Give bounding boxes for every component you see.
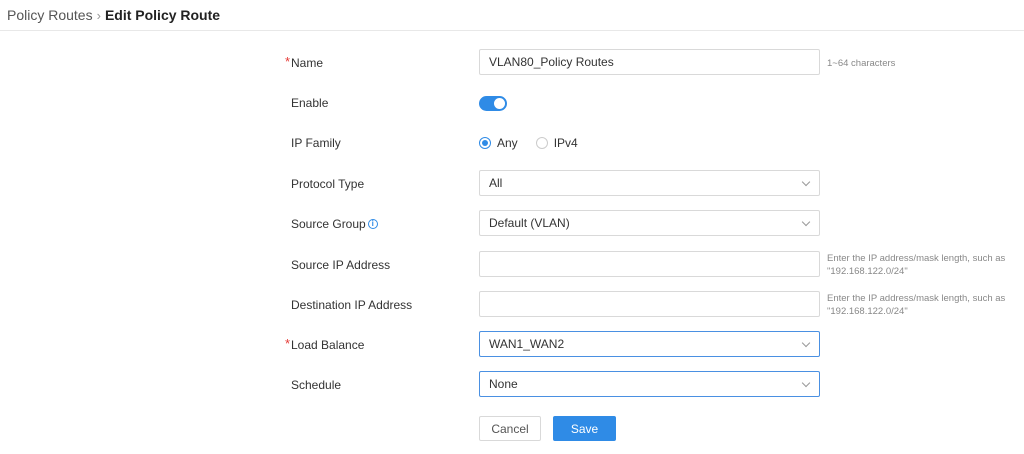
chevron-down-icon <box>801 177 811 187</box>
ip-family-row: IP Family Any IPv4 <box>0 129 1024 157</box>
info-icon[interactable]: i <box>367 219 378 229</box>
source-group-row: Source Group i Default (VLAN) <box>0 210 1024 238</box>
source-group-label-wrap: Source Group i <box>291 210 378 238</box>
page-title: Edit Policy Route <box>104 7 221 23</box>
radio-any[interactable]: Any <box>479 136 518 150</box>
breadcrumb-separator-icon: › <box>96 7 101 23</box>
destination-ip-label: Destination IP Address <box>291 298 413 312</box>
save-button[interactable]: Save <box>553 416 616 441</box>
radio-any-icon <box>479 137 491 149</box>
enable-toggle[interactable] <box>479 96 507 111</box>
name-hint: 1~64 characters <box>827 58 896 69</box>
radio-any-label: Any <box>497 136 518 150</box>
radio-ipv4[interactable]: IPv4 <box>535 136 578 150</box>
schedule-value: None <box>489 377 518 391</box>
source-group-value: Default (VLAN) <box>489 216 570 230</box>
destination-ip-row: Destination IP Address Enter the IP addr… <box>0 291 1024 319</box>
source-group-label: Source Group <box>291 217 366 231</box>
chevron-down-icon <box>801 338 811 348</box>
radio-ipv4-label: IPv4 <box>553 136 578 150</box>
protocol-type-value: All <box>489 176 503 190</box>
schedule-select[interactable]: None <box>479 371 820 397</box>
source-ip-hint: Enter the IP address/mask length, such a… <box>827 252 1005 278</box>
chevron-down-icon <box>801 217 811 227</box>
source-ip-row: Source IP Address Enter the IP address/m… <box>0 251 1024 279</box>
protocol-type-label: Protocol Type <box>291 177 365 191</box>
destination-ip-hint: Enter the IP address/mask length, such a… <box>827 292 1005 318</box>
breadcrumb: Policy Routes › Edit Policy Route <box>0 0 1024 31</box>
protocol-type-select[interactable]: All <box>479 170 820 196</box>
source-ip-hint-line2: "192.168.122.0/24" <box>827 266 908 277</box>
radio-ipv4-icon <box>535 137 548 149</box>
destination-ip-input[interactable] <box>479 291 820 317</box>
load-balance-row: * Load Balance WAN1_WAN2 <box>0 331 1024 359</box>
breadcrumb-policy-routes[interactable]: Policy Routes <box>7 7 93 23</box>
enable-label: Enable <box>291 96 329 110</box>
required-mark: * <box>285 54 291 69</box>
ip-family-radio-group: Any IPv4 <box>479 129 596 157</box>
name-input-value: VLAN80_Policy Routes <box>489 55 614 69</box>
chevron-down-icon <box>801 378 811 388</box>
ip-family-label: IP Family <box>291 136 341 150</box>
schedule-label: Schedule <box>291 378 342 392</box>
enable-row: Enable <box>0 89 1024 117</box>
load-balance-value: WAN1_WAN2 <box>489 337 565 351</box>
destination-ip-hint-line2: "192.168.122.0/24" <box>827 306 908 317</box>
required-mark: * <box>285 336 291 351</box>
name-input[interactable]: VLAN80_Policy Routes <box>479 49 820 75</box>
name-row: * Name VLAN80_Policy Routes 1~64 charact… <box>0 49 1024 77</box>
source-ip-input[interactable] <box>479 251 820 277</box>
load-balance-select[interactable]: WAN1_WAN2 <box>479 331 820 357</box>
toggle-knob <box>494 98 505 109</box>
cancel-button[interactable]: Cancel <box>479 416 541 441</box>
destination-ip-hint-line1: Enter the IP address/mask length, such a… <box>827 293 1006 304</box>
source-group-select[interactable]: Default (VLAN) <box>479 210 820 236</box>
name-label: Name <box>291 56 324 70</box>
load-balance-label: Load Balance <box>291 338 365 352</box>
source-ip-label: Source IP Address <box>291 258 391 272</box>
schedule-row: Schedule None <box>0 371 1024 399</box>
protocol-type-row: Protocol Type All <box>0 170 1024 198</box>
source-ip-hint-line1: Enter the IP address/mask length, such a… <box>827 253 1006 264</box>
